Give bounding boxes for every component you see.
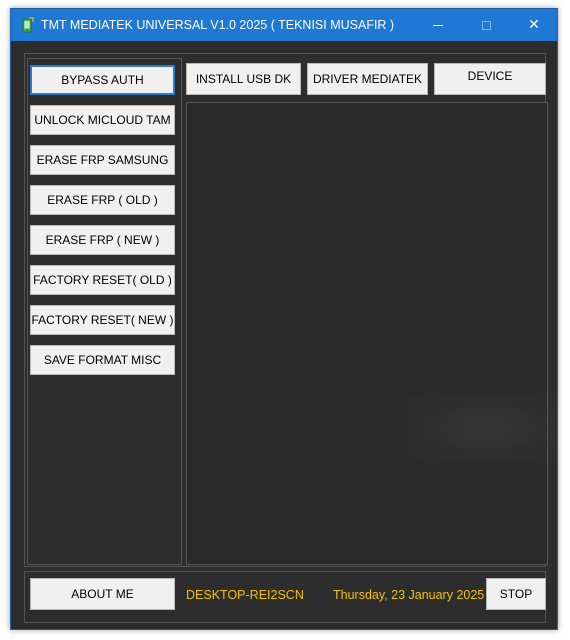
maximize-button[interactable] [463,9,509,41]
erase-frp-new-button[interactable]: ERASE FRP ( NEW ) [30,225,175,255]
unlock-micloud-tam-button[interactable]: UNLOCK MICLOUD TAM [30,105,175,135]
maximize-icon [481,20,491,30]
save-format-misc-button[interactable]: SAVE FORMAT MISC [30,345,175,375]
minimize-icon [433,24,443,26]
factory-reset-new-button[interactable]: FACTORY RESET( NEW ) [30,305,175,335]
computer-name-label: DESKTOP-REI2SCN [186,588,304,602]
about-me-button[interactable]: ABOUT ME [30,578,175,610]
minimize-button[interactable] [415,9,461,41]
device-button[interactable]: DEVICE [434,63,546,95]
log-background [407,393,567,463]
close-button[interactable]: ✕ [511,9,557,41]
app-window: TMT MEDIATEK UNIVERSAL V1.0 2025 ( TEKNI… [10,8,567,630]
bypass-auth-button[interactable]: BYPASS AUTH [30,65,175,95]
title-bar[interactable]: TMT MEDIATEK UNIVERSAL V1.0 2025 ( TEKNI… [11,9,557,41]
factory-reset-old-button[interactable]: FACTORY RESET( OLD ) [30,265,175,295]
date-label: Thursday, 23 January 2025 [333,588,485,602]
close-icon: ✕ [528,17,540,33]
window-title: TMT MEDIATEK UNIVERSAL V1.0 2025 ( TEKNI… [41,18,395,32]
install-usb-dk-button[interactable]: INSTALL USB DK [186,63,301,95]
stop-button[interactable]: STOP [486,578,546,610]
erase-frp-samsung-button[interactable]: ERASE FRP SAMSUNG [30,145,175,175]
driver-mediatek-button[interactable]: DRIVER MEDIATEK [307,63,428,95]
green-phone-icon [22,17,34,33]
erase-frp-old-button[interactable]: ERASE FRP ( OLD ) [30,185,175,215]
log-output-area[interactable] [186,102,567,565]
